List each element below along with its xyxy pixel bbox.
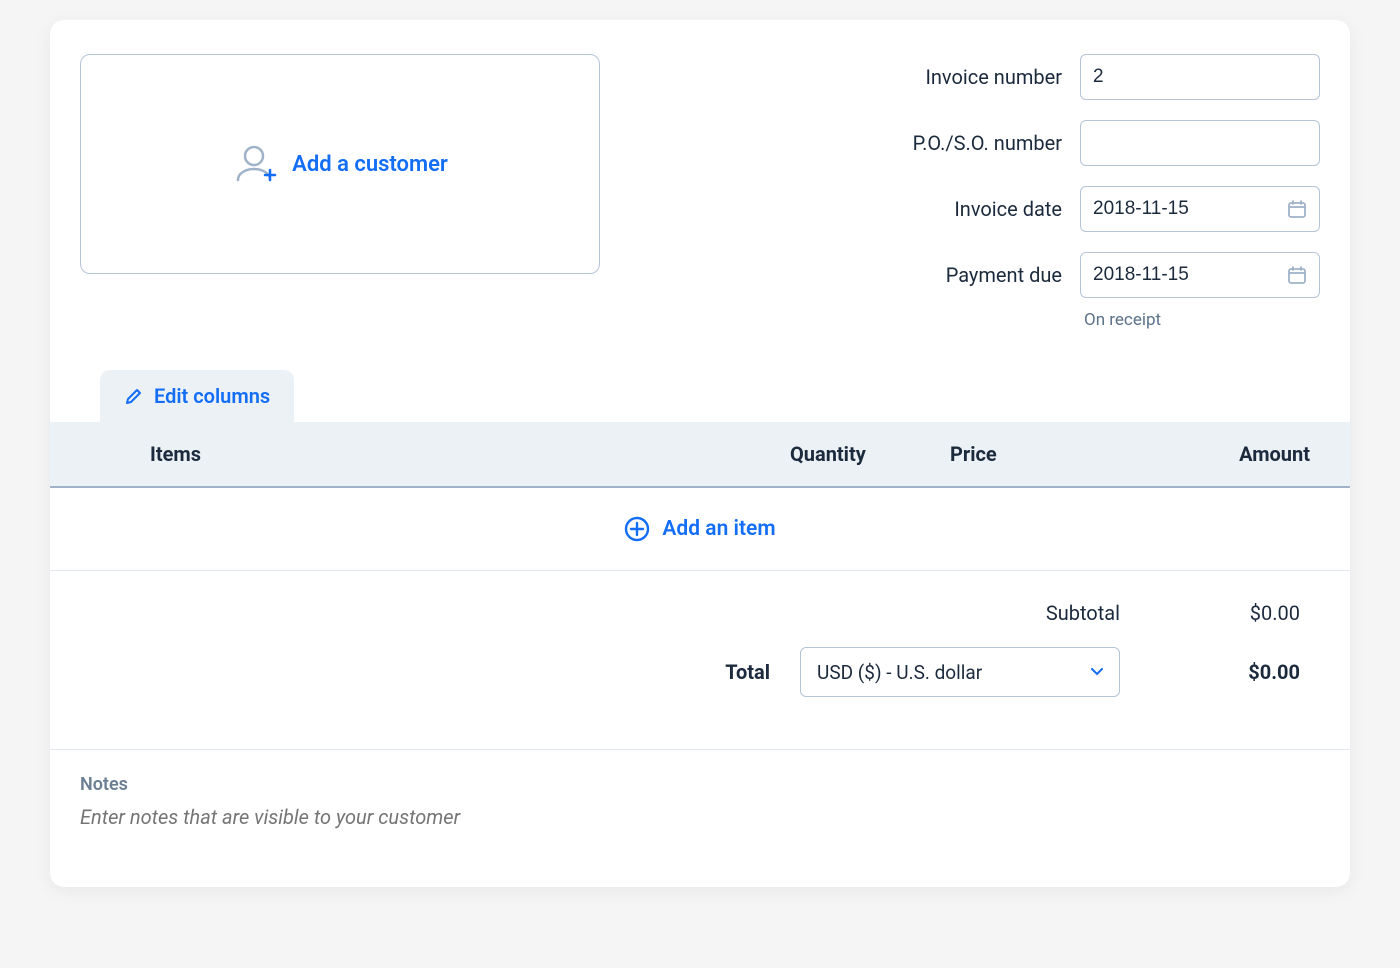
- col-amount: Amount: [1110, 442, 1310, 466]
- payment-due-field[interactable]: [1080, 252, 1320, 298]
- top-section: Add a customer Invoice number P.O./S.O. …: [50, 20, 1350, 340]
- subtotal-label: Subtotal: [1040, 601, 1120, 625]
- col-price: Price: [950, 442, 1110, 466]
- calendar-icon: [1287, 265, 1307, 285]
- person-add-icon: [232, 140, 280, 188]
- po-so-number-label: P.O./S.O. number: [913, 131, 1062, 155]
- payment-due-sub: On receipt: [1080, 310, 1320, 330]
- totals-section: Subtotal $0.00 Total USD ($) - U.S. doll…: [50, 571, 1350, 750]
- invoice-number-label: Invoice number: [913, 65, 1062, 89]
- subtotal-value: $0.00: [1150, 601, 1300, 625]
- invoice-number-input[interactable]: [1093, 66, 1307, 88]
- col-quantity: Quantity: [790, 442, 950, 466]
- edit-columns-label: Edit columns: [154, 384, 270, 408]
- items-table-header: Items Quantity Price Amount: [50, 422, 1350, 488]
- caret-down-icon: [1091, 668, 1103, 676]
- invoice-card: Add a customer Invoice number P.O./S.O. …: [50, 20, 1350, 887]
- calendar-icon: [1287, 199, 1307, 219]
- notes-section: Notes: [50, 750, 1350, 857]
- col-items: Items: [150, 442, 790, 466]
- invoice-date-field[interactable]: [1080, 186, 1320, 232]
- add-customer-button[interactable]: Add a customer: [80, 54, 600, 274]
- invoice-meta: Invoice number P.O./S.O. number Invoice …: [913, 54, 1320, 330]
- payment-due-label: Payment due: [913, 263, 1062, 287]
- plus-circle-icon: [624, 516, 650, 542]
- currency-selected: USD ($) - U.S. dollar: [817, 661, 982, 684]
- invoice-date-input[interactable]: [1093, 198, 1287, 220]
- notes-heading: Notes: [80, 774, 1320, 795]
- add-item-label: Add an item: [662, 517, 775, 541]
- po-so-number-field[interactable]: [1080, 120, 1320, 166]
- invoice-number-field[interactable]: [1080, 54, 1320, 100]
- add-item-button[interactable]: Add an item: [50, 488, 1350, 571]
- pencil-icon: [124, 386, 144, 406]
- notes-textarea[interactable]: [80, 805, 1320, 853]
- edit-columns-button[interactable]: Edit columns: [100, 370, 294, 422]
- po-so-number-input[interactable]: [1093, 132, 1307, 154]
- table-tabs: Edit columns: [50, 370, 1350, 422]
- currency-select[interactable]: USD ($) - U.S. dollar: [800, 647, 1120, 697]
- total-label: Total: [690, 660, 770, 684]
- total-value: $0.00: [1150, 660, 1300, 684]
- add-customer-label: Add a customer: [292, 152, 448, 177]
- invoice-date-label: Invoice date: [913, 197, 1062, 221]
- payment-due-input[interactable]: [1093, 264, 1287, 286]
